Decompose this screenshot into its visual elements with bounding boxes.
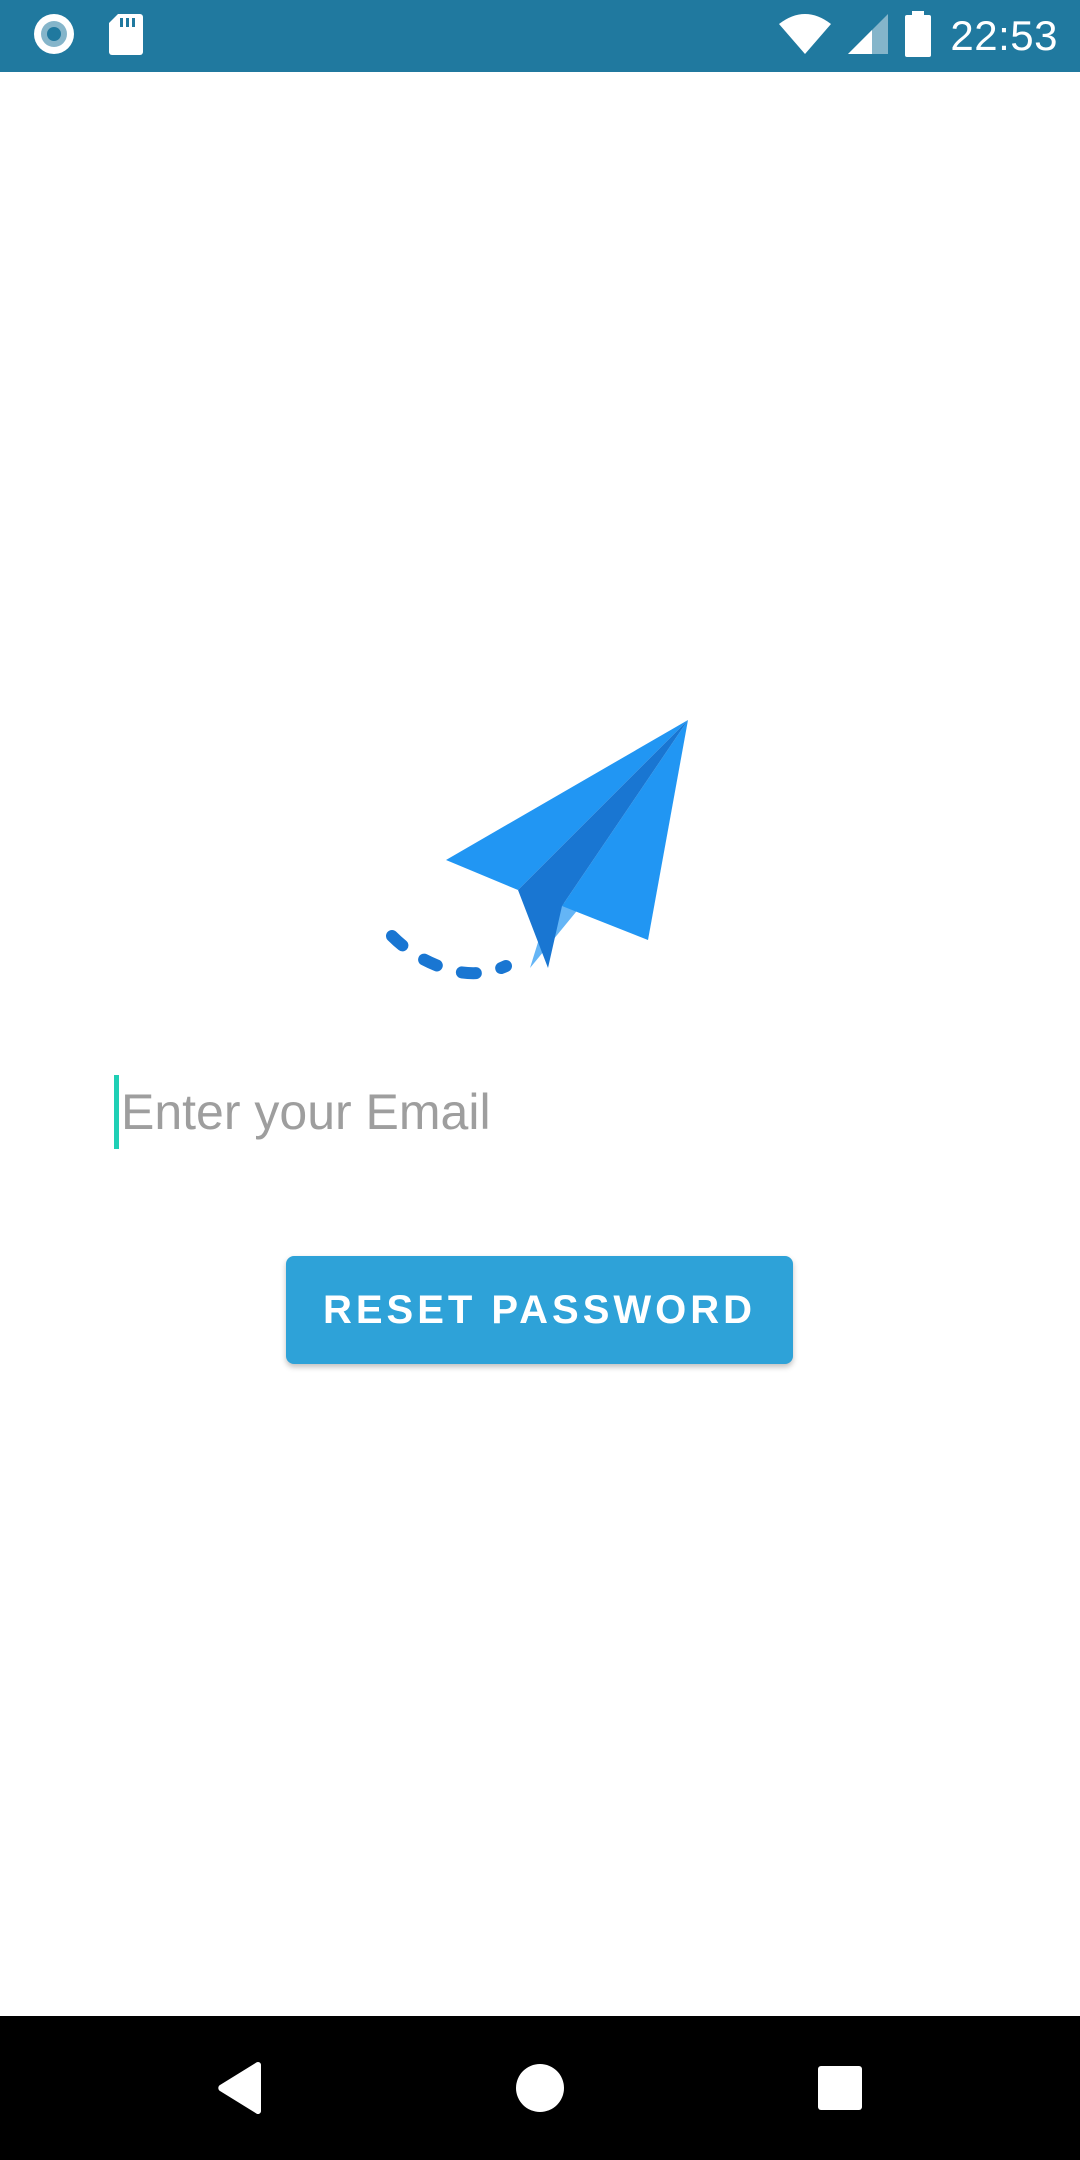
reset-password-button[interactable]: RESET PASSWORD: [286, 1256, 793, 1364]
signal-icon: [846, 12, 890, 61]
back-button[interactable]: [170, 2016, 310, 2160]
text-cursor: [114, 1075, 119, 1149]
navigation-bar: [0, 2016, 1080, 2160]
reset-password-screen: 22:53 RESET PASSWORD: [0, 0, 1080, 2160]
email-input[interactable]: [121, 1072, 941, 1152]
recents-icon: [818, 2066, 862, 2110]
status-right-icons: 22:53: [764, 10, 1058, 62]
status-left-icons: [32, 12, 176, 61]
status-bar: 22:53: [0, 0, 1080, 72]
wifi-icon: [778, 12, 832, 61]
home-button[interactable]: [470, 2016, 610, 2160]
home-icon: [516, 2064, 564, 2112]
sd-card-icon: [108, 12, 144, 61]
record-icon: [32, 12, 76, 61]
recents-button[interactable]: [770, 2016, 910, 2160]
back-icon: [218, 2061, 261, 2115]
battery-icon: [904, 10, 932, 62]
email-field[interactable]: [114, 1072, 966, 1152]
paper-plane-icon: [386, 720, 688, 980]
status-time: 22:53: [950, 12, 1058, 59]
